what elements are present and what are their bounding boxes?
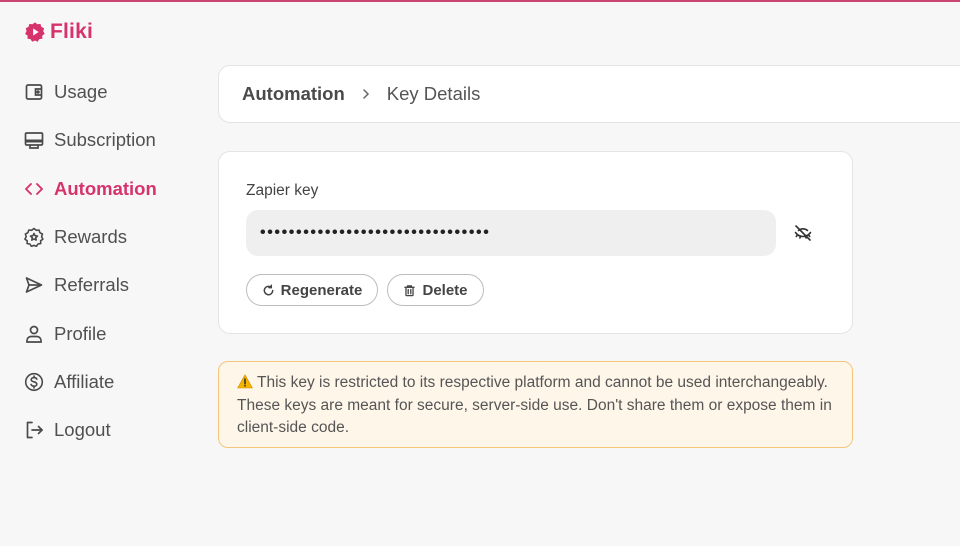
refresh-icon xyxy=(263,283,274,295)
dollar-circle-icon xyxy=(24,372,44,392)
key-details-card: Zapier key •••••••••••••••••••••••••••••… xyxy=(218,151,853,334)
sidebar-item-label: Automation xyxy=(54,177,157,199)
warning-banner: This key is restricted to its respective… xyxy=(218,361,853,448)
warning-icon xyxy=(237,374,253,389)
sidebar-item-usage[interactable]: Usage xyxy=(24,68,157,116)
code-icon xyxy=(24,179,44,199)
breadcrumb: Automation Key Details xyxy=(218,65,960,123)
chevron-right-icon xyxy=(359,87,373,101)
regenerate-label: Regenerate xyxy=(280,281,363,299)
sidebar-nav: Usage Subscription Automation Rewards Re… xyxy=(24,68,157,454)
key-label: Zapier key xyxy=(246,182,319,199)
sidebar-item-label: Usage xyxy=(54,81,108,103)
sidebar-item-automation[interactable]: Automation xyxy=(24,165,157,213)
breadcrumb-root-link[interactable]: Automation xyxy=(242,83,345,105)
user-icon xyxy=(24,324,44,344)
breadcrumb-current: Key Details xyxy=(386,83,481,104)
sidebar-item-referrals[interactable]: Referrals xyxy=(24,261,157,309)
delete-button[interactable]: Delete xyxy=(387,274,484,306)
delete-label: Delete xyxy=(422,281,468,299)
sidebar-item-label: Subscription xyxy=(54,129,156,151)
logout-icon xyxy=(24,420,44,440)
sidebar-item-logout[interactable]: Logout xyxy=(24,406,157,454)
trash-icon xyxy=(404,284,416,296)
brand-name: Fliki xyxy=(50,20,94,43)
key-field[interactable]: •••••••••••••••••••••••••••••••• xyxy=(246,210,776,256)
sidebar-item-profile[interactable]: Profile xyxy=(24,309,157,357)
sidebar: Fliki Usage Subscription Automation Rewa… xyxy=(0,0,215,546)
sidebar-item-label: Profile xyxy=(54,322,107,344)
sidebar-item-label: Referrals xyxy=(54,274,130,296)
wallet-icon xyxy=(24,82,44,102)
sidebar-item-rewards[interactable]: Rewards xyxy=(24,213,157,261)
brand[interactable]: Fliki xyxy=(24,20,93,44)
sidebar-item-affiliate[interactable]: Affiliate xyxy=(24,358,157,406)
eye-off-icon[interactable] xyxy=(793,223,813,243)
sidebar-item-subscription[interactable]: Subscription xyxy=(24,116,157,164)
badge-star-icon xyxy=(24,227,44,248)
sidebar-item-label: Rewards xyxy=(54,226,127,248)
sidebar-item-label: Logout xyxy=(54,419,111,441)
fliki-logo-icon xyxy=(25,22,45,42)
credit-card-icon xyxy=(24,130,44,150)
regenerate-button[interactable]: Regenerate xyxy=(246,274,378,306)
warning-text: This key is restricted to its respective… xyxy=(237,374,832,436)
sidebar-item-label: Affiliate xyxy=(54,370,115,392)
send-icon xyxy=(24,275,44,295)
